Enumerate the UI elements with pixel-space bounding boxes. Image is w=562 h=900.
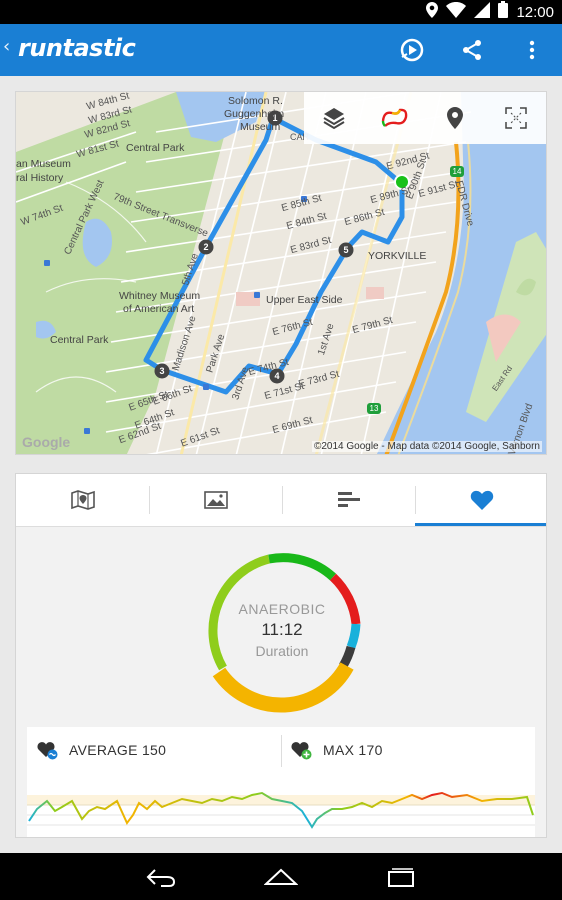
map-toolbar	[304, 92, 546, 144]
fullscreen-icon	[505, 107, 527, 129]
clock: 12:00	[516, 3, 554, 21]
route-shield-14: 14	[453, 167, 462, 176]
tabs-divider	[16, 526, 546, 527]
battery-icon	[498, 1, 509, 23]
photo-icon	[203, 491, 228, 509]
location-pin-icon	[447, 107, 464, 129]
zone-name: ANAEROBIC	[238, 601, 326, 617]
layers-button[interactable]	[314, 98, 354, 138]
map-label: Whitney Museum	[119, 290, 201, 302]
zone-duration: 11:12	[261, 620, 303, 639]
wifi-icon	[446, 1, 467, 23]
detail-tabs	[16, 474, 546, 526]
location-icon	[426, 1, 439, 23]
marker-2: 2	[203, 242, 208, 252]
map-label: of American Art	[123, 303, 195, 315]
max-heart-rate: MAX 170	[291, 727, 383, 773]
map-attribution: ©2014 Google - Map data ©2014 Google, Sa…	[311, 441, 542, 452]
map-label: an Museum	[16, 158, 71, 170]
nav-home-button[interactable]	[251, 859, 311, 895]
map-label: Guggenheim	[224, 108, 285, 120]
average-heart-rate-value: AVERAGE 150	[69, 742, 167, 758]
heart-rate-route-icon	[381, 108, 408, 127]
average-heart-icon	[37, 742, 58, 760]
map-label: Solomon R.	[228, 95, 283, 107]
signal-icon	[474, 1, 491, 23]
nav-back-button[interactable]	[131, 859, 191, 895]
tab-map[interactable]	[16, 474, 149, 526]
overflow-menu-button[interactable]	[516, 34, 548, 66]
status-bar: 12:00	[0, 0, 562, 24]
route-shield-13: 13	[370, 404, 379, 413]
map-label: YORKVILLE	[368, 250, 427, 262]
google-logo: Google	[22, 434, 71, 450]
home-icon	[264, 868, 298, 885]
heart-rate-graph	[27, 791, 535, 829]
map-label: Upper East Side	[266, 294, 343, 306]
map-label: Central Park	[50, 334, 109, 346]
fullscreen-button[interactable]	[496, 98, 536, 138]
map-label: ral History	[16, 172, 64, 184]
back-chevron-icon[interactable]: ‹	[3, 36, 10, 57]
stat-divider	[281, 735, 282, 767]
map-label: Museum	[240, 121, 281, 133]
location-pin-button[interactable]	[435, 98, 475, 138]
marker-4: 4	[274, 371, 279, 381]
zone-duration-label: Duration	[255, 643, 309, 659]
bar-list-icon	[337, 492, 360, 507]
heart-rate-route-button[interactable]	[375, 98, 415, 138]
max-heart-icon	[291, 742, 312, 760]
map-label: Central Park	[126, 142, 185, 154]
play-circle-icon	[400, 38, 424, 62]
layers-icon	[323, 108, 345, 130]
play-route-button[interactable]	[396, 34, 428, 66]
heart-rate-panel: AVERAGE 150 MAX 170	[27, 727, 535, 837]
marker-3: 3	[159, 366, 164, 376]
average-heart-rate: AVERAGE 150	[37, 727, 166, 773]
marker-5: 5	[343, 245, 348, 255]
share-icon	[463, 40, 481, 60]
route-map[interactable]: 1 2 3 4 5 14 13 W 84th St W 83rd St W 82…	[15, 91, 547, 455]
app-brand-logo[interactable]: runtastic	[18, 34, 136, 62]
more-vert-icon	[529, 40, 535, 60]
back-arrow-icon	[146, 869, 176, 887]
heart-icon	[470, 490, 493, 510]
heart-rate-zone-ring: ANAEROBIC 11:12 Duration	[201, 544, 363, 716]
recents-icon	[388, 868, 414, 887]
navigation-bar	[0, 853, 562, 900]
nav-recents-button[interactable]	[371, 859, 431, 895]
max-heart-rate-value: MAX 170	[323, 742, 383, 758]
tab-photos[interactable]	[149, 474, 282, 526]
share-button[interactable]	[456, 34, 488, 66]
action-bar: ‹ runtastic	[0, 24, 562, 76]
zone-summary: ANAEROBIC 11:12 Duration	[201, 544, 363, 716]
tab-heart-rate[interactable]	[415, 474, 546, 526]
session-detail-card: ANAEROBIC 11:12 Duration AVERAGE 150 MAX…	[15, 473, 547, 838]
tab-stats[interactable]	[282, 474, 415, 526]
map-book-icon	[70, 490, 95, 510]
